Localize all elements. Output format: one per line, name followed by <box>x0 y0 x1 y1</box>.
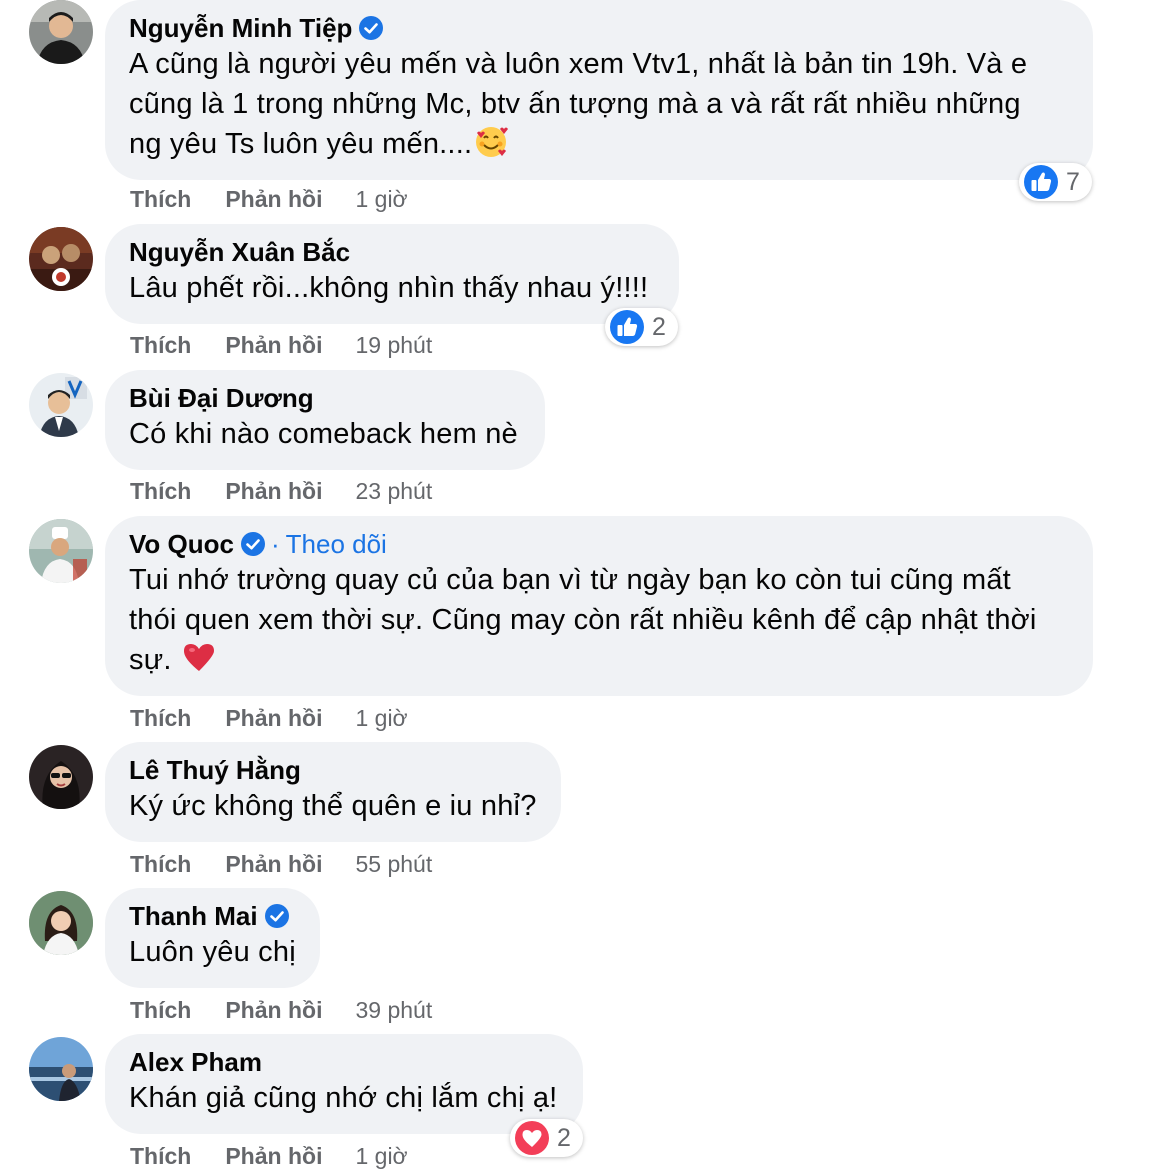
comment-line: Luôn yêu chị <box>129 936 296 968</box>
like-button[interactable]: Thích <box>130 186 191 213</box>
like-button[interactable]: Thích <box>130 332 191 359</box>
comment-line: Lâu phết rồi...không nhìn thấy nhau ý!!!… <box>129 272 649 304</box>
comment-actions: Thích Phản hồi 23 phút <box>130 476 432 506</box>
comment-line: cũng là 1 trong những Mc, btv ấn tượng m… <box>129 88 1021 120</box>
comment-line: ng yêu Ts luôn yêu mến.... <box>129 128 473 160</box>
comment-line: Có khi nào comeback hem nè <box>129 418 518 450</box>
reaction-count: 2 <box>557 1123 571 1152</box>
avatar[interactable] <box>29 0 93 64</box>
comment-timestamp[interactable]: 1 giờ <box>355 186 407 213</box>
comment-timestamp[interactable]: 55 phút <box>355 851 432 878</box>
like-button[interactable]: Thích <box>130 1143 191 1170</box>
like-button[interactable]: Thích <box>130 705 191 732</box>
comment-text: Ký ức không thể quên e iu nhỉ? <box>129 786 537 826</box>
follow-button[interactable]: Theo dõi <box>286 529 387 560</box>
comment-line: Tui nhớ trường quay củ của bạn vì từ ngà… <box>129 564 1011 596</box>
comment-bubble: Thanh Mai Luôn yêu chị <box>105 888 320 988</box>
comment-bubble: Bùi Đại Dương Có khi nào comeback hem nè <box>105 370 545 470</box>
author-name[interactable]: Thanh Mai <box>129 900 258 932</box>
comment-actions: Thích Phản hồi 55 phút <box>130 849 432 879</box>
smiling-face-with-hearts-icon <box>474 125 509 159</box>
like-button[interactable]: Thích <box>130 997 191 1024</box>
comment-bubble: Alex Pham Khán giả cũng nhớ chị lắm chị … <box>105 1034 583 1134</box>
reply-button[interactable]: Phản hồi <box>225 1143 322 1170</box>
verified-badge-icon <box>240 532 265 556</box>
comment-timestamp[interactable]: 1 giờ <box>355 1143 407 1170</box>
verified-badge-icon <box>359 16 384 40</box>
reply-button[interactable]: Phản hồi <box>225 851 322 878</box>
comment-timestamp[interactable]: 19 phút <box>355 332 432 359</box>
reaction-summary[interactable]: 7 <box>1019 163 1092 201</box>
reply-button[interactable]: Phản hồi <box>225 705 322 732</box>
like-button[interactable]: Thích <box>130 478 191 505</box>
author-name[interactable]: Lê Thuý Hằng <box>129 754 301 786</box>
avatar[interactable] <box>29 1037 93 1101</box>
like-reaction-icon <box>1022 163 1060 201</box>
author-name[interactable]: Alex Pham <box>129 1046 262 1078</box>
comment-actions: Thích Phản hồi 39 phút <box>130 995 432 1025</box>
love-reaction-icon <box>513 1119 551 1157</box>
comment-text: A cũng là người yêu mến và luôn xem Vtv1… <box>129 44 1069 164</box>
comment-line: sự. <box>129 644 172 676</box>
author-name[interactable]: Nguyễn Minh Tiệp <box>129 12 352 44</box>
separator-dot: · <box>270 528 280 559</box>
author-name[interactable]: Nguyễn Xuân Bắc <box>129 236 350 268</box>
comment-text: Tui nhớ trường quay củ của bạn vì từ ngà… <box>129 560 1069 680</box>
red-heart-icon <box>182 641 216 675</box>
reply-button[interactable]: Phản hồi <box>225 186 322 213</box>
comment-bubble: Vo Quoc · Theo dõi Tui nhớ trường quay c… <box>105 516 1093 696</box>
comment-text: Luôn yêu chị <box>129 932 296 972</box>
comment-line: Ký ức không thể quên e iu nhỉ? <box>129 790 537 822</box>
comment-actions: Thích Phản hồi 1 giờ <box>130 703 408 733</box>
comment-text: Khán giả cũng nhớ chị lắm chị ạ! <box>129 1078 559 1118</box>
comment-actions: Thích Phản hồi 19 phút <box>130 330 432 360</box>
comment-timestamp[interactable]: 1 giờ <box>355 705 407 732</box>
comment-timestamp[interactable]: 23 phút <box>355 478 432 505</box>
reply-button[interactable]: Phản hồi <box>225 332 322 359</box>
reply-button[interactable]: Phản hồi <box>225 478 322 505</box>
avatar[interactable] <box>29 227 93 291</box>
author-name[interactable]: Vo Quoc <box>129 528 234 560</box>
avatar[interactable] <box>29 373 93 437</box>
comment-actions: Thích Phản hồi 1 giờ <box>130 1141 408 1171</box>
comment-bubble: Nguyễn Minh Tiệp A cũng là người yêu mến… <box>105 0 1093 180</box>
comment-timestamp[interactable]: 39 phút <box>355 997 432 1024</box>
like-reaction-icon <box>608 308 646 346</box>
reaction-summary[interactable]: 2 <box>605 308 678 346</box>
author-name[interactable]: Bùi Đại Dương <box>129 382 314 414</box>
verified-badge-icon <box>264 904 289 928</box>
comment-line: thói quen xem thời sự. Cũng may còn rất … <box>129 604 1037 636</box>
avatar[interactable] <box>29 891 93 955</box>
comment-line: Khán giả cũng nhớ chị lắm chị ạ! <box>129 1082 558 1114</box>
reaction-count: 2 <box>652 312 666 341</box>
like-button[interactable]: Thích <box>130 851 191 878</box>
comment-line: A cũng là người yêu mến và luôn xem Vtv1… <box>129 48 1028 80</box>
comment-bubble: Nguyễn Xuân Bắc Lâu phết rồi...không nhì… <box>105 224 679 324</box>
comment-actions: Thích Phản hồi 1 giờ <box>130 184 408 214</box>
comment-text: Có khi nào comeback hem nè <box>129 414 521 454</box>
comment-bubble: Lê Thuý Hằng Ký ức không thể quên e iu n… <box>105 742 561 842</box>
reaction-count: 7 <box>1066 167 1080 196</box>
avatar[interactable] <box>29 745 93 809</box>
comment-text: Lâu phết rồi...không nhìn thấy nhau ý!!!… <box>129 268 655 308</box>
avatar[interactable] <box>29 519 93 583</box>
reaction-summary[interactable]: 2 <box>510 1119 583 1157</box>
reply-button[interactable]: Phản hồi <box>225 997 322 1024</box>
